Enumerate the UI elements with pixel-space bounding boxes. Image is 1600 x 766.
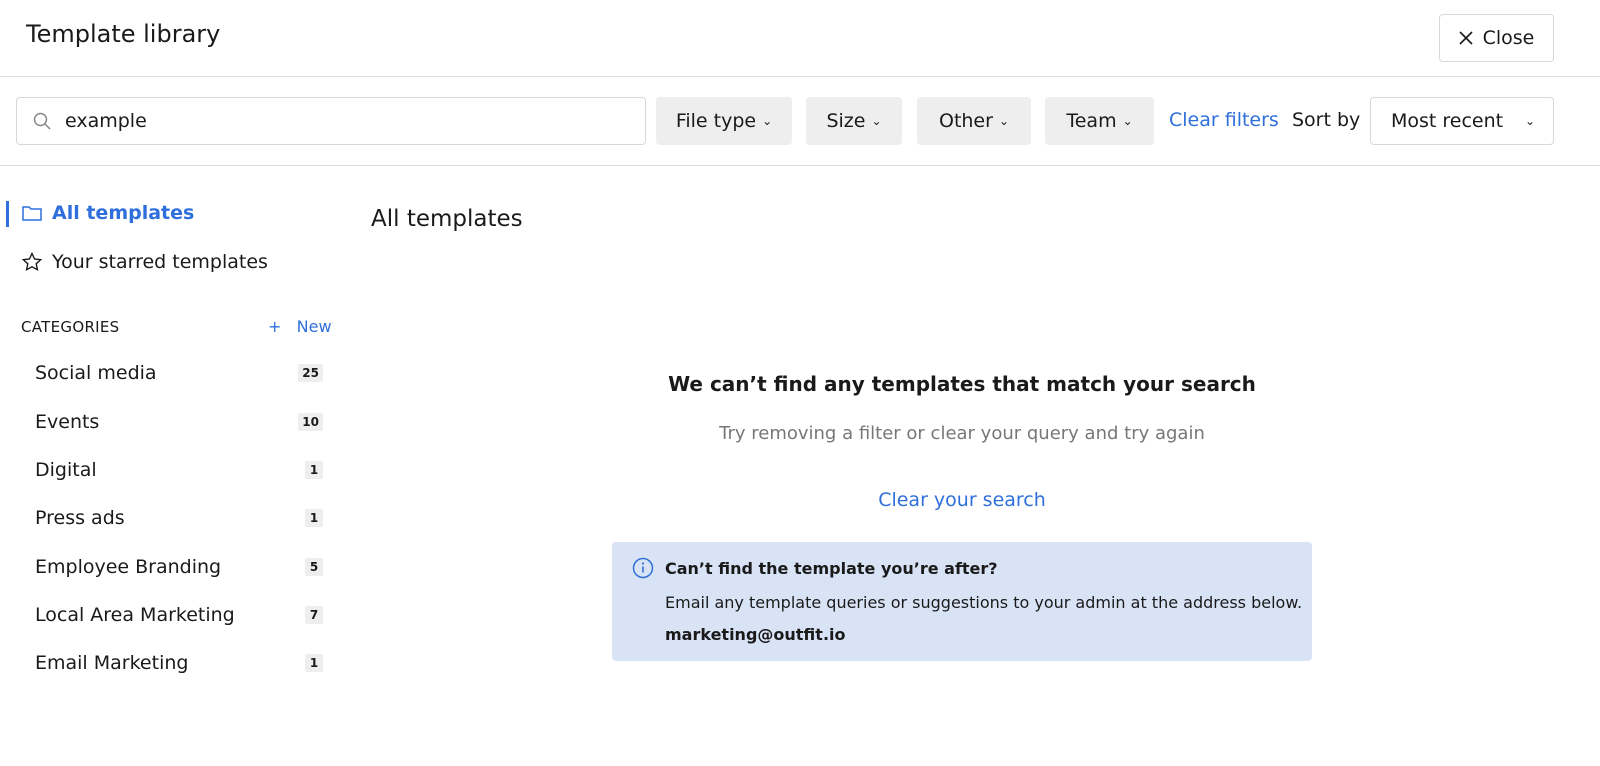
size-label: Size xyxy=(826,110,866,132)
chevron-down-icon: ⌄ xyxy=(1122,114,1133,128)
new-category-button[interactable]: + New xyxy=(268,317,332,336)
filter-bar: File type ⌄ Size ⌄ Other ⌄ Team ⌄ Clear filt… xyxy=(0,77,1600,166)
category-label: Press ads xyxy=(35,507,125,529)
other-filter[interactable]: Other ⌄ xyxy=(917,97,1031,145)
category-label: Local Area Marketing xyxy=(35,604,235,626)
close-button[interactable]: Close xyxy=(1439,14,1554,62)
active-indicator xyxy=(6,201,9,227)
page-title: Template library xyxy=(26,20,221,48)
count-badge: 10 xyxy=(298,413,323,431)
category-item[interactable]: Email Marketing 1 xyxy=(35,652,323,674)
file-type-label: File type xyxy=(675,110,757,132)
close-icon xyxy=(1459,31,1473,45)
count-badge: 1 xyxy=(305,461,323,479)
plus-icon: + xyxy=(268,317,282,336)
count-badge: 25 xyxy=(298,364,323,382)
empty-state-subtext: Try removing a filter or clear your quer… xyxy=(719,423,1205,444)
category-item[interactable]: Events 10 xyxy=(35,411,323,433)
sort-by-label: Sort by xyxy=(1292,109,1361,131)
size-filter[interactable]: Size ⌄ xyxy=(806,97,902,145)
count-badge: 5 xyxy=(305,558,323,576)
sidebar-item-starred[interactable]: Your starred templates xyxy=(22,251,268,273)
search-box[interactable] xyxy=(16,97,646,145)
team-filter[interactable]: Team ⌄ xyxy=(1045,97,1154,145)
count-badge: 1 xyxy=(305,654,323,672)
chevron-down-icon: ⌄ xyxy=(998,114,1009,128)
count-badge: 7 xyxy=(305,606,323,624)
info-body: Email any template queries or suggestion… xyxy=(665,593,1303,612)
category-label: Employee Branding xyxy=(35,556,222,578)
header: Template library Close xyxy=(0,0,1600,77)
chevron-down-icon: ⌄ xyxy=(871,114,882,128)
category-label: Events xyxy=(35,411,100,433)
search-icon xyxy=(33,112,51,130)
sidebar-item-all-templates[interactable]: All templates xyxy=(22,202,194,224)
info-heading: Can’t find the template you’re after? xyxy=(665,559,998,578)
close-label: Close xyxy=(1482,27,1535,49)
chevron-down-icon: ⌄ xyxy=(1524,114,1535,128)
star-icon xyxy=(22,252,42,272)
search-input[interactable] xyxy=(65,110,605,132)
team-label: Team xyxy=(1066,110,1117,132)
folder-icon xyxy=(22,206,42,221)
clear-search-link[interactable]: Clear your search xyxy=(612,489,1312,511)
count-badge: 1 xyxy=(305,509,323,527)
category-label: Digital xyxy=(35,459,97,481)
category-item[interactable]: Employee Branding 5 xyxy=(35,556,323,578)
category-item[interactable]: Local Area Marketing 7 xyxy=(35,604,323,626)
info-banner: Can’t find the template you’re after? Em… xyxy=(612,542,1312,661)
categories-heading: CATEGORIES xyxy=(21,318,120,336)
chevron-down-icon: ⌄ xyxy=(762,114,773,128)
category-item[interactable]: Press ads 1 xyxy=(35,507,323,529)
category-item[interactable]: Social media 25 xyxy=(35,362,323,384)
sort-value: Most recent xyxy=(1391,110,1504,132)
empty-state-heading: We can’t find any templates that match y… xyxy=(668,372,1256,396)
all-templates-label: All templates xyxy=(52,202,195,224)
new-label: New xyxy=(296,317,332,336)
clear-filters-link[interactable]: Clear filters xyxy=(1169,109,1279,131)
admin-email: marketing@outfit.io xyxy=(665,625,846,644)
category-label: Social media xyxy=(35,362,157,384)
category-label: Email Marketing xyxy=(35,652,189,674)
sort-select[interactable]: Most recent ⌄ xyxy=(1370,97,1554,145)
section-title: All templates xyxy=(371,206,523,232)
starred-label: Your starred templates xyxy=(52,251,268,273)
file-type-filter[interactable]: File type ⌄ xyxy=(656,97,792,145)
category-item[interactable]: Digital 1 xyxy=(35,459,323,481)
info-icon xyxy=(632,557,654,579)
other-label: Other xyxy=(938,110,993,132)
